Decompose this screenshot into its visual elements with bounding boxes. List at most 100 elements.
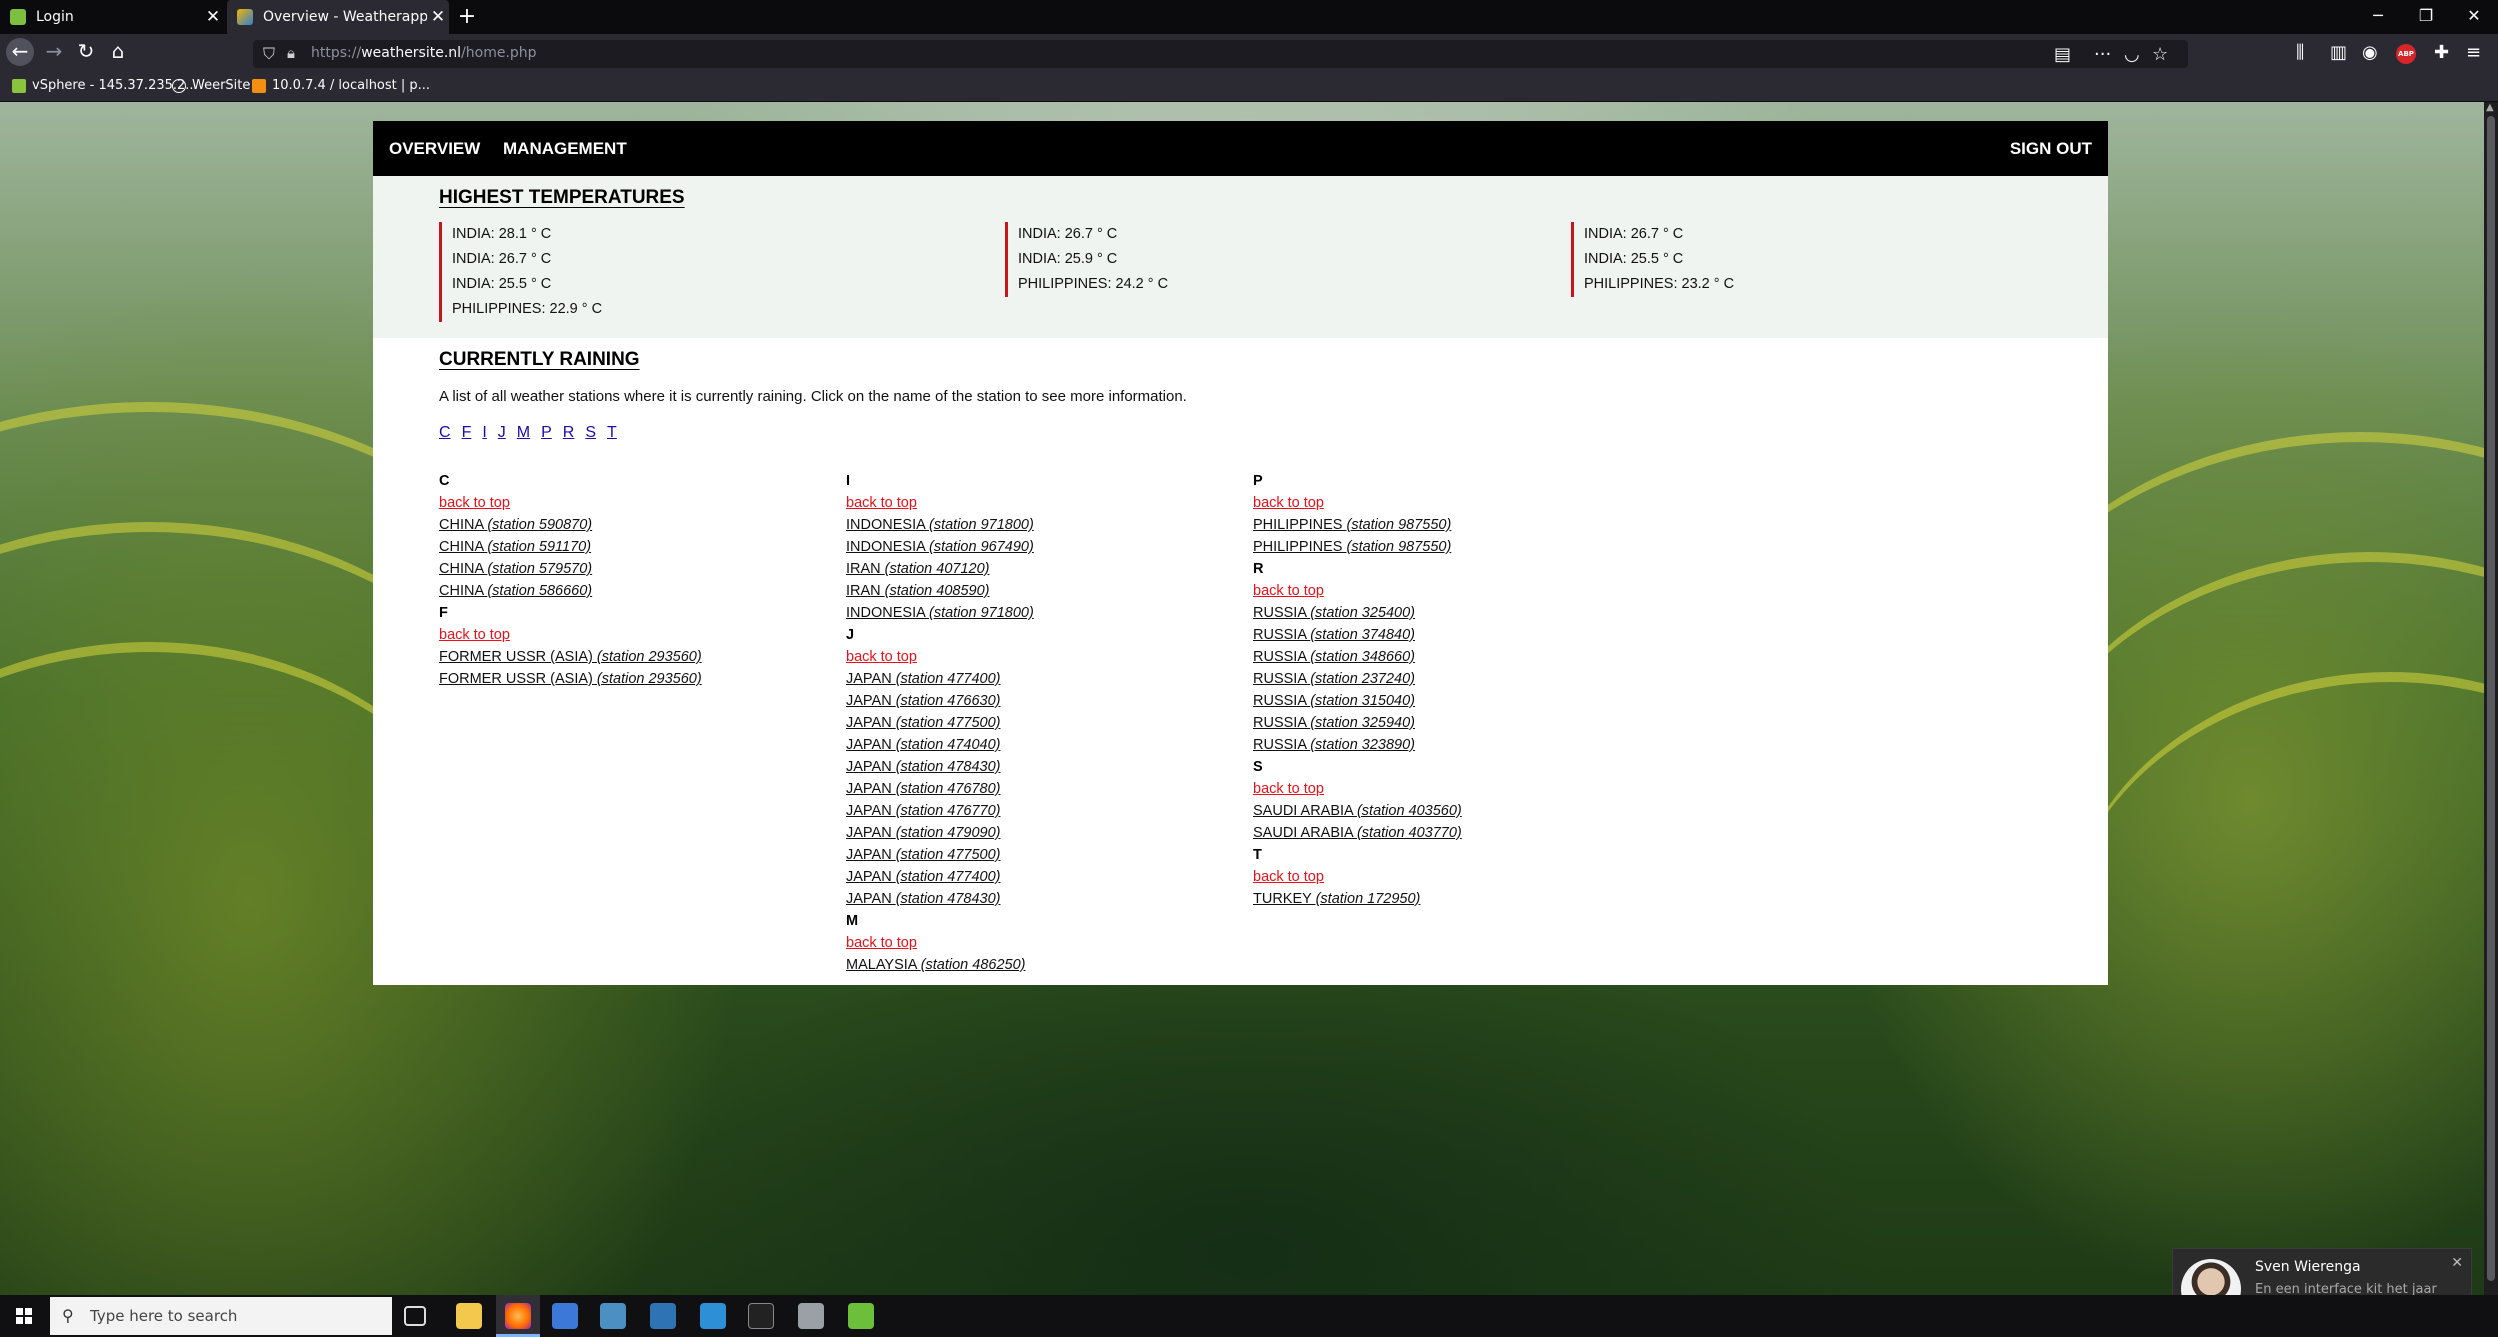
letter-link-f[interactable]: F xyxy=(462,424,472,441)
station-link[interactable]: JAPAN (station 477500) xyxy=(846,712,1246,734)
back-to-top-link[interactable]: back to top xyxy=(1253,778,1653,800)
letter-link-c[interactable]: C xyxy=(439,424,451,441)
tab-overview[interactable]: Overview - Weatherapp Hero C ✕ xyxy=(227,0,449,34)
mail-icon[interactable] xyxy=(700,1303,726,1329)
station-link[interactable]: JAPAN (station 476780) xyxy=(846,778,1246,800)
back-to-top-link[interactable]: back to top xyxy=(439,492,839,514)
station-link[interactable]: IRAN (station 407120) xyxy=(846,558,1246,580)
station-link[interactable]: FORMER USSR (ASIA) (station 293560) xyxy=(439,646,839,668)
station-link[interactable]: RUSSIA (station 348660) xyxy=(1253,646,1653,668)
station-link[interactable]: INDONESIA (station 971800) xyxy=(846,602,1246,624)
station-link[interactable]: JAPAN (station 476630) xyxy=(846,690,1246,712)
library-icon[interactable]: ⫼ xyxy=(2296,42,2304,63)
tracking-shield-icon[interactable]: ⛉ xyxy=(263,44,275,64)
station-link[interactable]: SAUDI ARABIA (station 403560) xyxy=(1253,800,1653,822)
letter-link-i[interactable]: I xyxy=(482,424,486,441)
station-link[interactable]: JAPAN (station 478430) xyxy=(846,888,1246,910)
station-link[interactable]: RUSSIA (station 374840) xyxy=(1253,624,1653,646)
station-link[interactable]: JAPAN (station 477500) xyxy=(846,844,1246,866)
close-tab-icon[interactable]: ✕ xyxy=(427,7,449,27)
sidebar-icon[interactable]: ▥ xyxy=(2330,42,2347,63)
station-link[interactable]: INDONESIA (station 971800) xyxy=(846,514,1246,536)
page-actions-icon[interactable]: ··· xyxy=(2094,44,2111,65)
station-link[interactable]: JAPAN (station 478430) xyxy=(846,756,1246,778)
adblock-plus-icon[interactable]: ABP xyxy=(2396,44,2416,64)
station-link[interactable]: RUSSIA (station 323890) xyxy=(1253,734,1653,756)
station-link[interactable]: RUSSIA (station 315040) xyxy=(1253,690,1653,712)
home-icon[interactable]: ⌂ xyxy=(104,38,132,66)
restore-icon[interactable]: ❐ xyxy=(2402,0,2450,34)
bookmark-star-icon[interactable]: ☆ xyxy=(2152,44,2168,65)
station-link[interactable]: TURKEY (station 172950) xyxy=(1253,888,1653,910)
url-text[interactable]: https://weathersite.nl/home.php xyxy=(311,45,537,61)
letter-link-t[interactable]: T xyxy=(607,424,617,441)
station-link[interactable]: JAPAN (station 476770) xyxy=(846,800,1246,822)
printer-icon[interactable] xyxy=(798,1303,824,1329)
station-link[interactable]: JAPAN (station 474040) xyxy=(846,734,1246,756)
window-close-icon[interactable]: ✕ xyxy=(2450,0,2498,34)
terminal-icon[interactable] xyxy=(748,1303,774,1329)
pocket-icon[interactable]: ◡ xyxy=(2124,44,2140,65)
back-to-top-link[interactable]: back to top xyxy=(439,624,839,646)
nav-management-link[interactable]: MANAGEMENT xyxy=(503,121,627,176)
reader-view-icon[interactable]: ▤ xyxy=(2054,44,2071,65)
address-bar[interactable]: ⛉ 🔒︎ https://weathersite.nl/home.php xyxy=(253,40,2188,68)
station-link[interactable]: FORMER USSR (ASIA) (station 293560) xyxy=(439,668,839,690)
letter-link-s[interactable]: S xyxy=(585,424,596,441)
back-to-top-link[interactable]: back to top xyxy=(846,492,1246,514)
task-view-icon[interactable] xyxy=(404,1306,426,1326)
back-arrow-icon[interactable]: ← xyxy=(6,38,34,66)
station-link[interactable]: SAUDI ARABIA (station 403770) xyxy=(1253,822,1653,844)
back-to-top-link[interactable]: back to top xyxy=(846,646,1246,668)
letter-link-p[interactable]: P xyxy=(541,424,552,441)
station-link[interactable]: RUSSIA (station 237240) xyxy=(1253,668,1653,690)
close-notification-icon[interactable]: ✕ xyxy=(2451,1255,2463,1271)
network-tool-icon[interactable] xyxy=(600,1303,626,1329)
scrollbar-thumb[interactable] xyxy=(2487,116,2495,1281)
station-link[interactable]: CHINA (station 579570) xyxy=(439,558,839,580)
station-link[interactable]: CHINA (station 586660) xyxy=(439,580,839,602)
firefox-icon[interactable] xyxy=(505,1303,531,1329)
station-link[interactable]: IRAN (station 408590) xyxy=(846,580,1246,602)
forward-arrow-icon[interactable]: → xyxy=(40,38,68,66)
account-icon[interactable]: ◉ xyxy=(2362,42,2378,63)
lock-icon[interactable]: 🔒︎ xyxy=(287,44,295,62)
station-link[interactable]: JAPAN (station 477400) xyxy=(846,866,1246,888)
back-to-top-link[interactable]: back to top xyxy=(846,932,1246,954)
station-link[interactable]: RUSSIA (station 325940) xyxy=(1253,712,1653,734)
extensions-icon[interactable]: ✚ xyxy=(2434,42,2449,63)
close-tab-icon[interactable]: ✕ xyxy=(202,7,224,27)
remote-desktop-icon[interactable] xyxy=(552,1303,578,1329)
tab-login[interactable]: Login ✕ xyxy=(0,0,224,34)
page-scrollbar[interactable]: ▲ xyxy=(2484,102,2498,1295)
menu-hamburger-icon[interactable]: ≡ xyxy=(2466,42,2481,63)
scroll-up-icon[interactable]: ▲ xyxy=(2486,102,2494,113)
station-link[interactable]: JAPAN (station 479090) xyxy=(846,822,1246,844)
station-link[interactable]: CHINA (station 591170) xyxy=(439,536,839,558)
station-link[interactable]: PHILIPPINES (station 987550) xyxy=(1253,536,1653,558)
back-to-top-link[interactable]: back to top xyxy=(1253,580,1653,602)
letter-link-m[interactable]: M xyxy=(517,424,530,441)
nav-sign-out-link[interactable]: SIGN OUT xyxy=(2010,121,2092,176)
station-link[interactable]: RUSSIA (station 325400) xyxy=(1253,602,1653,624)
taskbar-search-input[interactable]: ⚲ Type here to search xyxy=(50,1297,392,1335)
back-to-top-link[interactable]: back to top xyxy=(1253,492,1653,514)
bookmark-vsphere[interactable]: vSphere - 145.37.235.2... xyxy=(12,78,198,93)
app-icon[interactable] xyxy=(650,1303,676,1329)
back-to-top-link[interactable]: back to top xyxy=(1253,866,1653,888)
station-link[interactable]: MALAYSIA (station 486250) xyxy=(846,954,1246,976)
station-link[interactable]: CHINA (station 590870) xyxy=(439,514,839,536)
bookmark-phpmyadmin[interactable]: 10.0.7.4 / localhost | p... xyxy=(252,78,430,93)
bookmark-weersite[interactable]: WeerSite xyxy=(172,78,250,93)
station-link[interactable]: JAPAN (station 477400) xyxy=(846,668,1246,690)
new-tab-plus-icon[interactable]: + xyxy=(455,0,479,34)
station-link[interactable]: PHILIPPINES (station 987550) xyxy=(1253,514,1653,536)
spreadsheet-icon[interactable] xyxy=(848,1303,874,1329)
letter-link-r[interactable]: R xyxy=(563,424,575,441)
minimize-icon[interactable]: ─ xyxy=(2354,0,2402,34)
nav-overview-link[interactable]: OVERVIEW xyxy=(389,121,480,176)
station-link[interactable]: INDONESIA (station 967490) xyxy=(846,536,1246,558)
reload-icon[interactable]: ↻ xyxy=(72,38,100,66)
letter-link-j[interactable]: J xyxy=(498,424,506,441)
file-explorer-icon[interactable] xyxy=(456,1303,482,1329)
